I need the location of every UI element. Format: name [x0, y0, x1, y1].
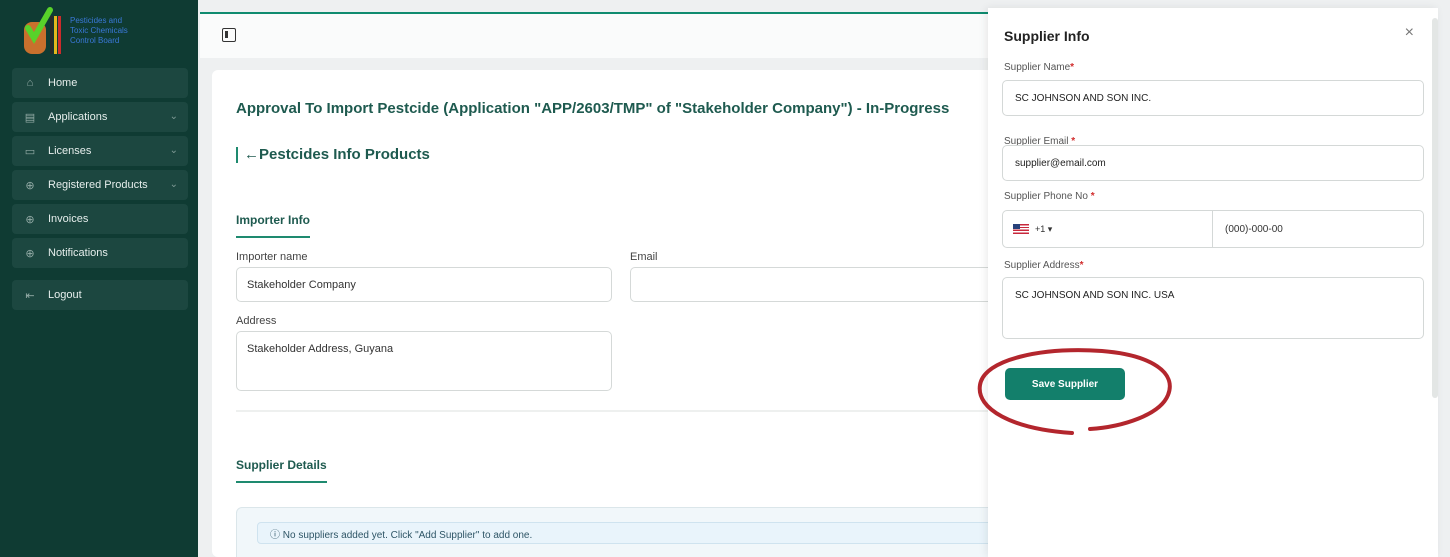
- supplier-address-label-text: Supplier Address: [1004, 260, 1080, 271]
- globe-icon: ⊕: [25, 179, 35, 192]
- required-mark: *: [1079, 260, 1084, 271]
- drawer-title: Supplier Info: [1004, 28, 1090, 44]
- sidebar-item-label: Notifications: [48, 247, 108, 259]
- country-code-select[interactable]: +1 ▾: [1002, 210, 1212, 248]
- sidebar-item-label: Registered Products: [48, 179, 148, 191]
- importer-info-heading: Importer Info: [236, 213, 310, 238]
- globe-icon: ⊕: [25, 247, 35, 260]
- logo[interactable]: Pesticides and Toxic Chemicals Control B…: [0, 0, 198, 62]
- globe-icon: ⊕: [25, 213, 35, 226]
- sidebar-item-licenses[interactable]: ▭ Licenses ⌄: [12, 136, 188, 166]
- logout-icon: ⇤: [25, 289, 35, 302]
- supplier-name-label: Supplier Name*: [1004, 62, 1074, 73]
- drawer-scrollbar[interactable]: [1432, 18, 1438, 398]
- sidebar-item-notifications[interactable]: ⊕ Notifications: [12, 238, 188, 268]
- importer-name-field[interactable]: Stakeholder Company: [236, 267, 612, 302]
- back-link[interactable]: ←Pestcides Info Products: [236, 146, 430, 163]
- document-icon: ▤: [24, 111, 36, 124]
- supplier-phone-label: Supplier Phone No *: [1004, 191, 1095, 202]
- sidebar-item-label: Licenses: [48, 145, 92, 157]
- sidebar-item-label: Invoices: [48, 213, 89, 225]
- sidebar-item-applications[interactable]: ▤ Applications ⌄: [12, 102, 188, 132]
- supplier-address-textarea[interactable]: SC JOHNSON AND SON INC. USA: [1002, 277, 1424, 339]
- no-suppliers-notice: ⓘ No suppliers added yet. Click "Add Sup…: [257, 522, 997, 544]
- required-mark: *: [1070, 62, 1075, 73]
- supplier-info-drawer: Supplier Info × Supplier Name* SC JOHNSO…: [988, 8, 1438, 557]
- section-marker: [236, 146, 238, 163]
- email-field[interactable]: [630, 267, 1012, 302]
- supplier-name-input[interactable]: SC JOHNSON AND SON INC.: [1002, 80, 1424, 116]
- logo-text: Pesticides and Toxic Chemicals Control B…: [70, 16, 128, 45]
- sidebar-item-registered-products[interactable]: ⊕ Registered Products ⌄: [12, 170, 188, 200]
- chevron-down-icon: ⌄: [169, 179, 178, 190]
- supplier-details-heading: Supplier Details: [236, 458, 327, 483]
- address-field[interactable]: Stakeholder Address, Guyana: [236, 331, 612, 391]
- sidebar-item-home[interactable]: ⌂ Home: [12, 68, 188, 98]
- supplier-phone-input[interactable]: (000)-000-00: [1212, 210, 1424, 248]
- sidebar-item-label: Applications: [48, 111, 108, 123]
- chevron-down-icon: ⌄: [169, 145, 178, 156]
- sidebar-item-logout[interactable]: ⇤ Logout: [12, 280, 188, 310]
- country-code-value: +1 ▾: [1035, 223, 1053, 234]
- home-icon: ⌂: [26, 77, 34, 89]
- supplier-list-panel: ⓘ No suppliers added yet. Click "Add Sup…: [236, 507, 1026, 557]
- card-icon: ▭: [24, 145, 36, 158]
- importer-name-label: Importer name: [236, 251, 308, 263]
- section-divider: [236, 410, 1006, 412]
- sidebar-item-label: Home: [48, 77, 78, 89]
- us-flag-icon: [1013, 224, 1029, 234]
- supplier-phone-label-text: Supplier Phone No: [1004, 191, 1091, 202]
- save-supplier-button[interactable]: Save Supplier: [1005, 368, 1125, 400]
- sidebar-item-label: Logout: [48, 289, 82, 301]
- close-icon[interactable]: ×: [1405, 24, 1414, 42]
- back-link-label: ←Pestcides Info Products: [244, 146, 430, 163]
- page-title: Approval To Import Pestcide (Application…: [236, 100, 950, 117]
- top-bar: [200, 12, 1000, 58]
- sidebar: Pesticides and Toxic Chemicals Control B…: [0, 0, 198, 557]
- sidebar-nav: ⌂ Home ▤ Applications ⌄ ▭ Licenses ⌄ ⊕ R…: [0, 62, 198, 310]
- email-label: Email: [630, 251, 658, 263]
- board-logo-icon: [18, 6, 64, 56]
- supplier-email-input[interactable]: supplier@email.com: [1002, 145, 1424, 181]
- required-mark: *: [1090, 191, 1095, 202]
- sidebar-toggle-icon[interactable]: [222, 28, 236, 42]
- address-label: Address: [236, 315, 277, 327]
- supplier-name-label-text: Supplier Name: [1004, 62, 1071, 73]
- supplier-address-label: Supplier Address*: [1004, 260, 1084, 271]
- main-content: Approval To Import Pestcide (Application…: [212, 70, 1026, 557]
- sidebar-item-invoices[interactable]: ⊕ Invoices: [12, 204, 188, 234]
- chevron-down-icon: ⌄: [169, 111, 178, 122]
